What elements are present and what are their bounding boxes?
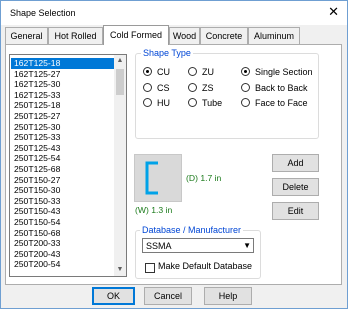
vertical-scrollbar[interactable]: ▲ ▼ <box>114 55 126 276</box>
radio-tube[interactable]: Tube <box>188 97 222 109</box>
list-item[interactable]: 250T150-33 <box>11 196 115 207</box>
cancel-button[interactable]: Cancel <box>144 287 192 305</box>
radio-indicator <box>241 98 250 107</box>
shape-listbox[interactable]: 162T125-18 162T125-27 162T125-30 162T125-33… <box>9 54 127 277</box>
list-item[interactable]: 250T125-33 <box>11 132 115 143</box>
radio-back-to-back[interactable]: Back to Back <box>241 82 308 94</box>
shape-type-title: Shape Type <box>141 48 193 58</box>
help-button[interactable]: Help <box>204 287 252 305</box>
list-item[interactable]: 250T125-27 <box>11 111 115 122</box>
radio-indicator <box>143 67 152 76</box>
shape-list: 162T125-18 162T125-27 162T125-30 162T125-33… <box>11 58 115 270</box>
ok-button[interactable]: OK <box>92 287 135 305</box>
make-default-checkbox[interactable] <box>145 263 155 273</box>
list-item[interactable]: 250T150-27 <box>11 175 115 186</box>
list-item[interactable]: 250T150-43 <box>11 206 115 217</box>
add-button[interactable]: Add <box>272 154 319 172</box>
list-item[interactable]: 250T200-33 <box>11 238 115 249</box>
list-item[interactable]: 162T125-30 <box>11 79 115 90</box>
radio-face-to-face[interactable]: Face to Face <box>241 97 308 109</box>
c-channel-icon <box>145 161 158 195</box>
tab-cold-formed[interactable]: Cold Formed <box>103 25 169 45</box>
list-item[interactable]: 162T125-27 <box>11 69 115 80</box>
list-item[interactable]: 250T150-30 <box>11 185 115 196</box>
list-item[interactable]: 250T125-68 <box>11 164 115 175</box>
radio-indicator <box>188 67 197 76</box>
radio-indicator <box>241 67 250 76</box>
list-item[interactable]: 250T125-54 <box>11 153 115 164</box>
delete-button[interactable]: Delete <box>272 178 319 196</box>
make-default-label: Make Default Database <box>158 261 253 271</box>
edit-button[interactable]: Edit <box>272 202 319 220</box>
radio-single-section[interactable]: Single Section <box>241 66 313 78</box>
radio-indicator <box>188 83 197 92</box>
tab-aluminum[interactable]: Aluminum <box>248 27 300 44</box>
radio-zs[interactable]: ZS <box>188 82 214 94</box>
tab-general[interactable]: General <box>5 27 48 44</box>
list-item[interactable]: 250T200-43 <box>11 249 115 260</box>
list-item[interactable]: 250T125-30 <box>11 122 115 133</box>
chevron-down-icon[interactable]: ▼ <box>243 239 251 252</box>
list-item[interactable]: 250T125-18 <box>11 100 115 111</box>
list-item[interactable]: 250T125-43 <box>11 143 115 154</box>
width-label: (W) 1.3 in <box>135 205 173 215</box>
close-icon[interactable]: ✕ <box>328 5 339 19</box>
tab-concrete[interactable]: Concrete <box>200 27 248 44</box>
tab-hot-rolled[interactable]: Hot Rolled <box>48 27 103 44</box>
radio-indicator <box>241 83 250 92</box>
database-select-value: SSMA <box>146 241 172 251</box>
scroll-up-icon[interactable]: ▲ <box>114 55 126 67</box>
window-title: Shape Selection <box>10 8 76 18</box>
title-bar: Shape Selection ✕ <box>1 1 347 25</box>
database-select[interactable]: SSMA ▼ <box>142 238 254 253</box>
radio-indicator <box>188 98 197 107</box>
list-item[interactable]: 250T150-54 <box>11 217 115 228</box>
tab-wood[interactable]: Wood <box>169 27 200 44</box>
list-item[interactable]: 162T125-18 <box>11 58 115 69</box>
database-title: Database / Manufacturer <box>140 225 244 235</box>
radio-zu[interactable]: ZU <box>188 66 214 78</box>
radio-indicator <box>143 83 152 92</box>
list-item[interactable]: 250T200-54 <box>11 259 115 270</box>
radio-cs[interactable]: CS <box>143 82 170 94</box>
scroll-down-icon[interactable]: ▼ <box>114 264 126 276</box>
list-item[interactable]: 162T125-33 <box>11 90 115 101</box>
list-item[interactable]: 250T150-68 <box>11 228 115 239</box>
radio-hu[interactable]: HU <box>143 97 170 109</box>
radio-indicator <box>143 98 152 107</box>
shape-selection-dialog: Shape Selection ✕ General Hot Rolled Col… <box>0 0 348 309</box>
depth-label: (D) 1.7 in <box>186 173 222 183</box>
scroll-thumb[interactable] <box>116 69 124 95</box>
radio-cu[interactable]: CU <box>143 66 170 78</box>
shape-preview <box>134 154 182 202</box>
